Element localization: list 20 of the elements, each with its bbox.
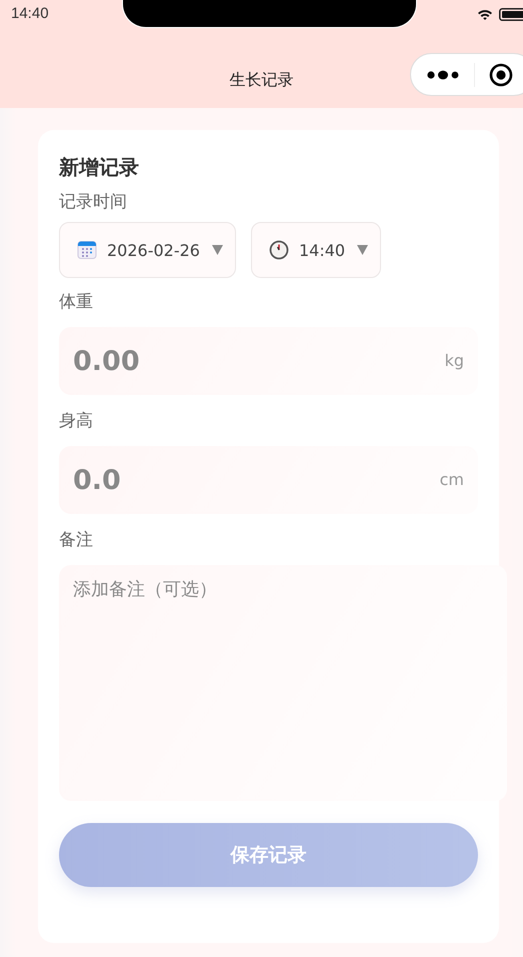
clock-icon [268,240,289,260]
status-time: 14:40 [11,5,49,22]
unit-label: kg [444,351,464,370]
battery-icon [499,8,523,21]
more-icon[interactable] [426,68,460,80]
caret-icon [357,245,368,255]
date-picker[interactable]: 2026-02-26 [59,222,236,278]
form-title: 新增记录 [59,154,140,181]
wifi-icon [477,8,493,20]
close-icon[interactable] [489,62,513,86]
calendar-icon [77,240,97,260]
time-picker[interactable]: 14:40 [250,222,382,278]
field-label: 体重 [59,291,94,314]
field-label: 记录时间 [59,191,128,214]
page-title: 生长记录 [230,70,294,90]
note-input[interactable]: 添加备注（可选） [59,565,507,801]
unit-label: cm [440,470,464,489]
field-label: 备注 [59,529,94,552]
caret-icon [212,245,223,255]
field-label: 身高 [59,410,94,433]
